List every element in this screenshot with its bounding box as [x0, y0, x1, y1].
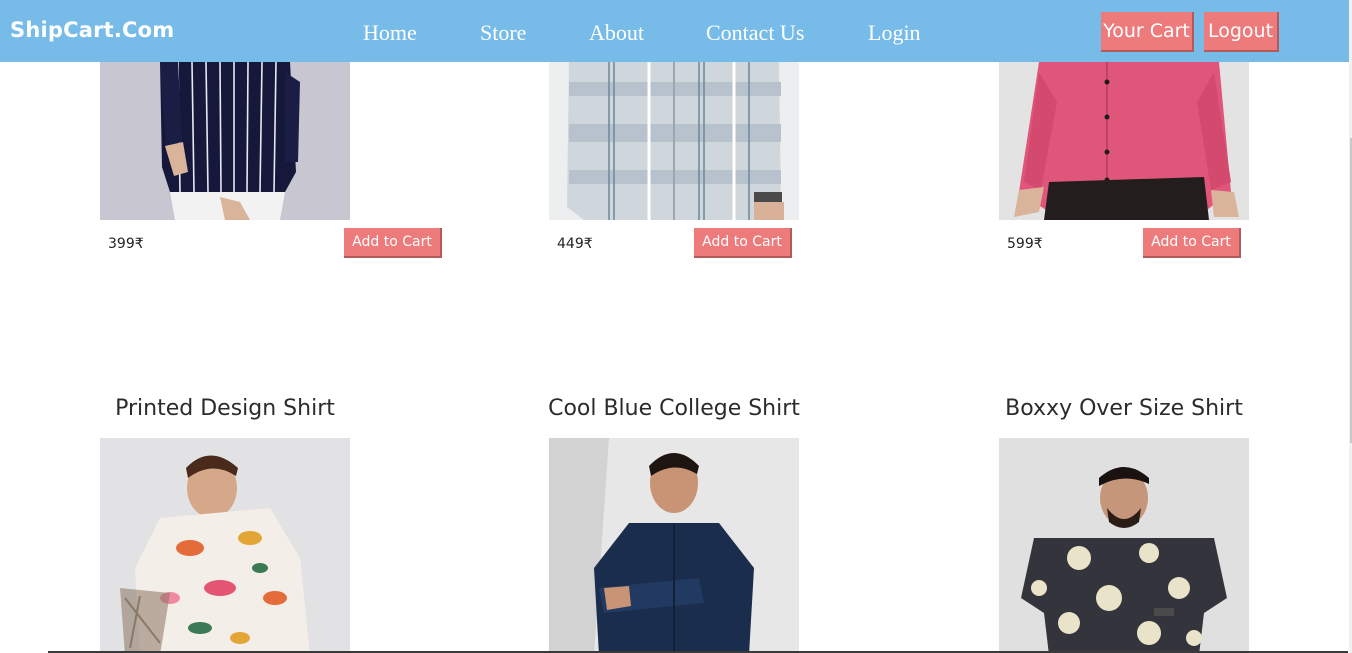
product-image-floral-printed-shirt[interactable]	[100, 438, 350, 653]
product-image-grey-check-shirt[interactable]	[549, 62, 799, 220]
nav-link-about[interactable]: About	[589, 20, 644, 46]
add-to-cart-button[interactable]: Add to Cart	[1143, 228, 1241, 258]
product-title: Cool Blue College Shirt	[548, 396, 800, 421]
top-navbar: ShipCart.Com Home Store About Contact Us…	[0, 0, 1349, 62]
product-image-flower-oversize-shirt[interactable]	[999, 438, 1249, 653]
product-price: 449₹	[557, 236, 593, 252]
add-to-cart-button[interactable]: Add to Cart	[344, 228, 442, 258]
brand-logo[interactable]: ShipCart.Com	[10, 18, 174, 42]
product-image-navy-college-shirt[interactable]	[549, 438, 799, 653]
nav-link-home[interactable]: Home	[363, 20, 417, 46]
nav-link-login[interactable]: Login	[868, 20, 921, 46]
your-cart-button[interactable]: Your Cart	[1101, 12, 1194, 52]
product-title: Boxxy Over Size Shirt	[1005, 396, 1243, 421]
product-price: 399₹	[108, 236, 144, 252]
product-image-navy-striped-shirt[interactable]	[100, 62, 350, 220]
logout-button[interactable]: Logout	[1204, 12, 1279, 52]
add-to-cart-button[interactable]: Add to Cart	[694, 228, 792, 258]
product-image-pink-shirt[interactable]	[999, 62, 1249, 220]
product-price: 599₹	[1007, 236, 1043, 252]
nav-link-contact[interactable]: Contact Us	[706, 20, 804, 46]
product-title: Printed Design Shirt	[115, 396, 335, 421]
nav-link-store[interactable]: Store	[480, 20, 526, 46]
